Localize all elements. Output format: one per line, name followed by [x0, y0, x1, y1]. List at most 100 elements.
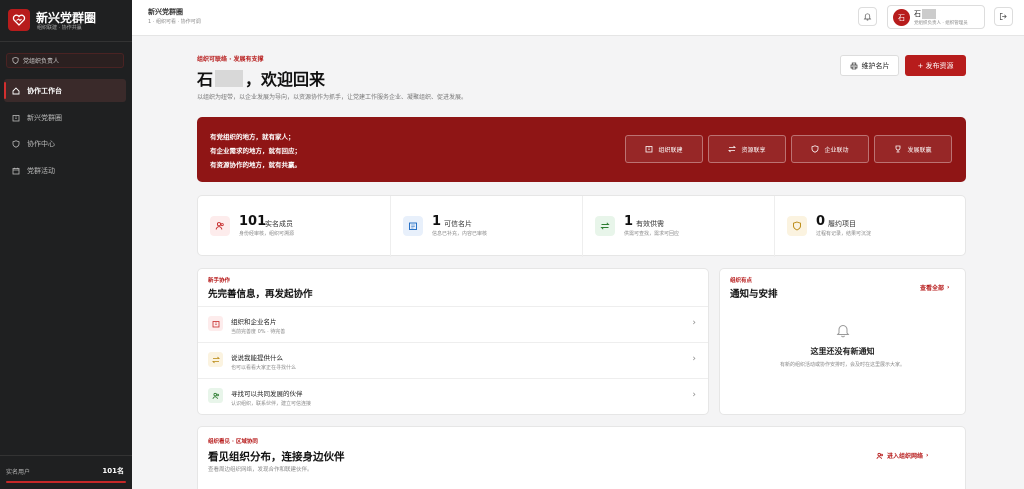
users-icon	[208, 388, 223, 403]
swap-icon	[595, 216, 615, 236]
divider	[0, 455, 132, 456]
sidebar-item-label: 协作中心	[27, 139, 55, 148]
stats-panel: 101 实名成员 身份经审核，组织可溯源 1 可信名片 信息已补充，内容已审核 …	[197, 195, 966, 257]
stat-desc: 身份经审核，组织可溯源	[239, 231, 295, 237]
user-name: 石	[914, 10, 921, 18]
stat-desc: 供需可查找，需求可回应	[624, 231, 680, 237]
bell-icon	[863, 13, 872, 21]
row-desc: 认识组织，联系伙伴，建立可信连接	[231, 401, 312, 407]
chevron-right-icon: ›	[692, 318, 696, 328]
divider	[0, 41, 132, 42]
stat-desc: 信息已补充，内容已审核	[432, 231, 488, 237]
home-icon	[12, 86, 20, 94]
handshake-icon	[812, 145, 819, 153]
notification-button[interactable]	[858, 7, 877, 26]
row-title: 寻找可以共同发展的伙伴	[231, 390, 303, 398]
banner-button-resource[interactable]: 资源联享	[708, 135, 786, 163]
view-all-label: 查看全部	[920, 285, 945, 292]
heart-logo-icon	[12, 14, 26, 26]
user-name-blur	[922, 9, 936, 19]
brand-subtitle: 组织联建 · 协作共赢	[37, 25, 82, 31]
user-menu[interactable]: 石 石 党组织负责人 · 组织管理员	[887, 5, 985, 29]
banner-button-org[interactable]: 组织联建	[625, 135, 703, 163]
sidebar-item-collab[interactable]: 协作中心	[4, 132, 126, 155]
trophy-icon	[896, 145, 901, 153]
name-blur	[215, 69, 244, 87]
card-tag: 组织看见 · 区域协同	[208, 439, 258, 445]
hero-tag: 组织可联络 · 发展有支撑	[197, 56, 264, 63]
bell-icon	[836, 325, 850, 338]
empty-state-desc: 有新的组织活动或协作安排时，会及时在这里展示大家。	[779, 362, 905, 368]
stat-cards: 1 可信名片 信息已补充，内容已审核	[390, 196, 582, 257]
onboarding-card: 新手协作 先完善信息，再发起协作 组织和企业名片 当前完善度 0% · 待完善 …	[197, 268, 709, 415]
member-count-label: 实名用户	[6, 469, 31, 476]
task-row-offer[interactable]: 说说我能提供什么 也可以看看大家正在寻找什么 ›	[198, 342, 708, 378]
view-all-link[interactable]: 查看全部 ›	[920, 283, 950, 292]
member-count-value: 101名	[102, 467, 124, 475]
building-icon	[12, 114, 20, 121]
chevron-right-icon: ›	[692, 390, 696, 400]
handshake-icon	[787, 216, 807, 236]
user-role: 党组织负责人 · 组织管理员	[914, 21, 968, 26]
stat-members: 101 实名成员 身份经审核，组织可溯源	[198, 196, 390, 257]
maintain-card-label: 维护名片	[861, 61, 890, 70]
chevron-right-icon: ›	[947, 284, 950, 291]
card-subtitle: 查看周边组织网络，发现合作和联建伙伴。	[208, 467, 313, 473]
logout-button[interactable]	[994, 7, 1013, 26]
publish-resource-label: + 发布资源	[917, 61, 954, 70]
calendar-icon	[12, 167, 20, 174]
task-row-card[interactable]: 组织和企业名片 当前完善度 0% · 待完善 ›	[198, 306, 708, 342]
task-row-partners[interactable]: 寻找可以共同发展的伙伴 认识组织，联系伙伴，建立可信连接 ›	[198, 378, 708, 414]
banner-button-enterprise[interactable]: 企业联动	[791, 135, 869, 163]
banner-button-label: 资源联享	[741, 146, 766, 154]
welcome-subtitle: 以组织为纽带，以企业发展为导向，以资源协作为抓手，让党建工作服务企业、凝聚组织、…	[197, 94, 468, 101]
slogan-line: 有党组织的地方，就有家人；	[210, 133, 295, 141]
org-network-card: 组织看见 · 区域协同 看见组织分布，连接身边伙伴 查看周边组织网络，发现合作和…	[197, 426, 966, 489]
sidebar: 新兴党群圈 组织联建 · 协作共赢 党组织负责人 协作工作台 新兴党群圈 协作中…	[0, 0, 132, 489]
card-title: 看见组织分布，连接身边伙伴	[208, 451, 345, 463]
stat-number: 1	[432, 214, 442, 229]
banner-button-label: 组织联建	[658, 146, 683, 154]
slogan-line: 有资源协作的地方，就有共赢。	[210, 161, 301, 169]
enter-network-label: 进入组织网络	[887, 453, 924, 460]
welcome-text: ，欢迎回来	[245, 70, 326, 89]
building-icon	[208, 316, 223, 331]
notices-card: 组织有点 通知与安排 查看全部 › 这里还没有新通知 有新的组织活动或协作安排时…	[719, 268, 966, 415]
printer-icon	[850, 62, 857, 69]
sidebar-item-label: 协作工作台	[27, 86, 62, 95]
sidebar-item-activities[interactable]: 党群活动	[4, 159, 126, 182]
banner-button-label: 发展联赢	[907, 146, 932, 154]
users-icon	[210, 216, 230, 236]
swap-icon	[728, 145, 737, 153]
row-desc: 也可以看看大家正在寻找什么	[231, 365, 297, 371]
maintain-card-button[interactable]: 维护名片	[840, 55, 899, 76]
stat-label: 实名成员	[265, 220, 293, 228]
slogan-banner: 有党组织的地方，就有家人； 有企业需求的地方，就有回应； 有资源协作的地方，就有…	[197, 117, 966, 182]
topbar: 新兴党群圈 1 · 组织可看 · 协作可调 石 石 党组织负责人 · 组织管理员	[132, 0, 1024, 36]
welcome-heading: 石 ，欢迎回来	[197, 66, 325, 90]
publish-resource-button[interactable]: + 发布资源	[905, 55, 966, 76]
welcome-name: 石	[197, 70, 214, 89]
slogan-line: 有企业需求的地方，就有回应；	[210, 147, 301, 155]
page-title: 新兴党群圈	[148, 8, 183, 16]
sidebar-item-label: 新兴党群圈	[27, 113, 62, 122]
empty-state-title: 这里还没有新通知	[810, 347, 875, 356]
role-selector-label: 党组织负责人	[23, 58, 60, 65]
role-selector[interactable]: 党组织负责人	[6, 53, 124, 68]
enter-network-link[interactable]: 进入组织网络 ›	[876, 451, 929, 460]
stat-supply-demand: 1 有效供需 供需可查找，需求可回应	[582, 196, 774, 257]
stat-number: 1	[624, 214, 634, 229]
handshake-icon	[12, 139, 20, 148]
banner-button-win[interactable]: 发展联赢	[874, 135, 952, 163]
card-tag: 组织有点	[730, 278, 753, 284]
stat-number: 0	[816, 214, 826, 229]
row-title: 组织和企业名片	[231, 318, 277, 326]
sidebar-item-circle[interactable]: 新兴党群圈	[4, 106, 126, 129]
shield-icon	[12, 57, 19, 64]
chevron-right-icon: ›	[926, 452, 929, 459]
sidebar-item-workbench[interactable]: 协作工作台	[4, 79, 126, 102]
card-tag: 新手协作	[208, 278, 231, 284]
id-card-icon	[403, 216, 423, 236]
stat-label: 有效供需	[636, 220, 664, 228]
banner-button-label: 企业联动	[824, 146, 849, 154]
